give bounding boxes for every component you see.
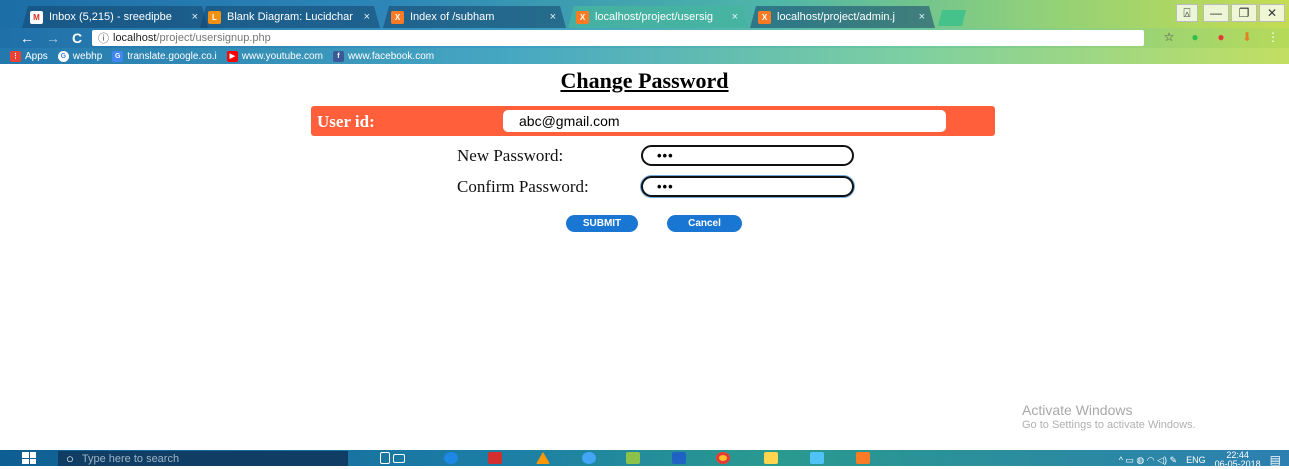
chrome-icon[interactable] <box>716 452 730 464</box>
info-icon[interactable]: ⓘ <box>98 30 109 46</box>
reload-icon[interactable]: C <box>68 29 86 47</box>
system-tray: ^ ▭ ◍ ◠ ◁) ✎ ENG 22:44 06-05-2018 ▤ <box>1119 451 1281 469</box>
tab-title: localhost/project/admin.j <box>777 11 896 23</box>
google-icon: G <box>57 50 69 62</box>
url-host: localhost <box>113 32 157 44</box>
bookmark-youtube[interactable]: ▶ www.youtube.com <box>226 50 323 62</box>
profile-icon[interactable]: ⍓ <box>1176 4 1198 22</box>
apps-icon: ⋮ <box>10 50 21 62</box>
extension-red-icon[interactable]: ● <box>1213 29 1229 45</box>
download-icon[interactable]: ⬇ <box>1239 29 1255 45</box>
translate-icon: G <box>112 50 124 62</box>
xampp-icon: X <box>758 11 771 24</box>
user-id-row: User id: <box>311 106 995 136</box>
xampp-icon: X <box>576 11 589 24</box>
minimize-button[interactable]: — <box>1203 4 1229 22</box>
new-password-label: New Password: <box>457 146 564 165</box>
bookmark-label: www.youtube.com <box>241 50 323 62</box>
submit-button[interactable]: SUBMIT <box>566 215 638 232</box>
page-title: Change Password <box>560 68 729 93</box>
acrobat-icon[interactable] <box>488 452 502 464</box>
tab-close-icon[interactable]: × <box>732 11 738 23</box>
maximize-button[interactable]: ❐ <box>1231 4 1257 22</box>
tab-admin[interactable]: X localhost/project/admin.j × <box>750 6 935 28</box>
clock[interactable]: 22:44 06-05-2018 <box>1215 451 1261 469</box>
tray-icons[interactable]: ^ ▭ ◍ ◠ ◁) ✎ <box>1119 455 1177 466</box>
activate-windows-subtitle: Go to Settings to activate Windows. <box>1022 419 1196 431</box>
lucidchart-icon: L <box>208 11 221 24</box>
bookmark-facebook[interactable]: f www.facebook.com <box>332 50 435 62</box>
bookmark-webhp[interactable]: G webhp <box>57 50 103 62</box>
menu-icon[interactable]: ⋮ <box>1265 29 1281 45</box>
forward-arrow-icon[interactable]: → <box>44 29 62 47</box>
tab-close-icon[interactable]: × <box>364 11 370 23</box>
new-tab-button[interactable] <box>938 10 966 26</box>
tab-lucidchart[interactable]: L Blank Diagram: Lucidchar × <box>200 6 380 28</box>
bookmark-star-icon[interactable]: ☆ <box>1161 29 1177 45</box>
activate-windows-title: Activate Windows <box>1022 402 1133 418</box>
tab-close-icon[interactable]: × <box>192 11 198 23</box>
bookmark-translate[interactable]: G translate.google.co.i <box>112 50 217 62</box>
user-id-input[interactable] <box>503 110 946 132</box>
confirm-password-label: Confirm Password: <box>457 177 589 196</box>
bookmarks-bar: ⋮ Apps G webhp G translate.google.co.i ▶… <box>0 48 1289 64</box>
search-placeholder: Type here to search <box>81 452 180 465</box>
language-indicator[interactable]: ENG <box>1186 455 1206 465</box>
windows-start-icon[interactable] <box>22 452 36 464</box>
gmail-icon: M <box>30 11 43 24</box>
search-icon: ○ <box>66 451 74 466</box>
tab-usersignup[interactable]: X localhost/project/usersig × <box>568 6 748 28</box>
task-view-icon[interactable] <box>393 454 405 463</box>
toolbar-icons: ☆ ● ● ⬇ ⋮ <box>1161 29 1281 45</box>
clock-date: 06-05-2018 <box>1214 459 1261 469</box>
bookmark-label: webhp <box>72 50 103 62</box>
url-path: /project/usersignup.php <box>156 32 271 44</box>
xampp-taskbar-icon[interactable] <box>856 452 870 464</box>
tab-close-icon[interactable]: × <box>919 11 925 23</box>
word-icon[interactable] <box>672 452 686 464</box>
confirm-password-input[interactable] <box>641 176 854 197</box>
youtube-icon: ▶ <box>226 50 238 62</box>
microphone-icon[interactable] <box>380 452 390 464</box>
facebook-icon: f <box>332 50 344 62</box>
file-explorer-icon[interactable] <box>764 452 778 464</box>
taskbar-search-input[interactable]: ○ Type here to search <box>58 451 348 466</box>
user-id-label: User id: <box>317 112 375 131</box>
tab-title: Index of /subham <box>410 11 495 23</box>
close-window-button[interactable]: ✕ <box>1259 4 1285 22</box>
cancel-button[interactable]: Cancel <box>667 215 742 232</box>
tab-title: localhost/project/usersig <box>595 11 714 23</box>
app-blue-circle-icon[interactable] <box>582 452 596 464</box>
bookmark-apps[interactable]: ⋮ Apps <box>10 50 48 62</box>
tab-close-icon[interactable]: × <box>550 11 556 23</box>
address-bar[interactable]: ⓘ localhost/project/usersignup.php <box>92 30 1144 46</box>
photos-icon[interactable] <box>626 452 640 464</box>
edge-browser-icon[interactable] <box>444 452 458 464</box>
tab-title: Inbox (5,215) - sreedipbe <box>49 11 172 23</box>
extension-green-icon[interactable]: ● <box>1187 29 1203 45</box>
app-pen-icon[interactable] <box>810 452 824 464</box>
tab-index-subham[interactable]: X Index of /subham × <box>383 6 566 28</box>
xampp-icon: X <box>391 11 404 24</box>
tab-inbox[interactable]: M Inbox (5,215) - sreedipbe × <box>22 6 208 28</box>
back-arrow-icon[interactable]: ← <box>18 29 36 47</box>
bookmark-label: Apps <box>25 50 48 62</box>
bookmark-label: translate.google.co.i <box>127 50 217 62</box>
bookmark-label: www.facebook.com <box>347 50 435 62</box>
tab-title: Blank Diagram: Lucidchar <box>227 11 353 23</box>
new-password-input[interactable] <box>641 145 854 166</box>
notifications-icon[interactable]: ▤ <box>1270 453 1281 467</box>
